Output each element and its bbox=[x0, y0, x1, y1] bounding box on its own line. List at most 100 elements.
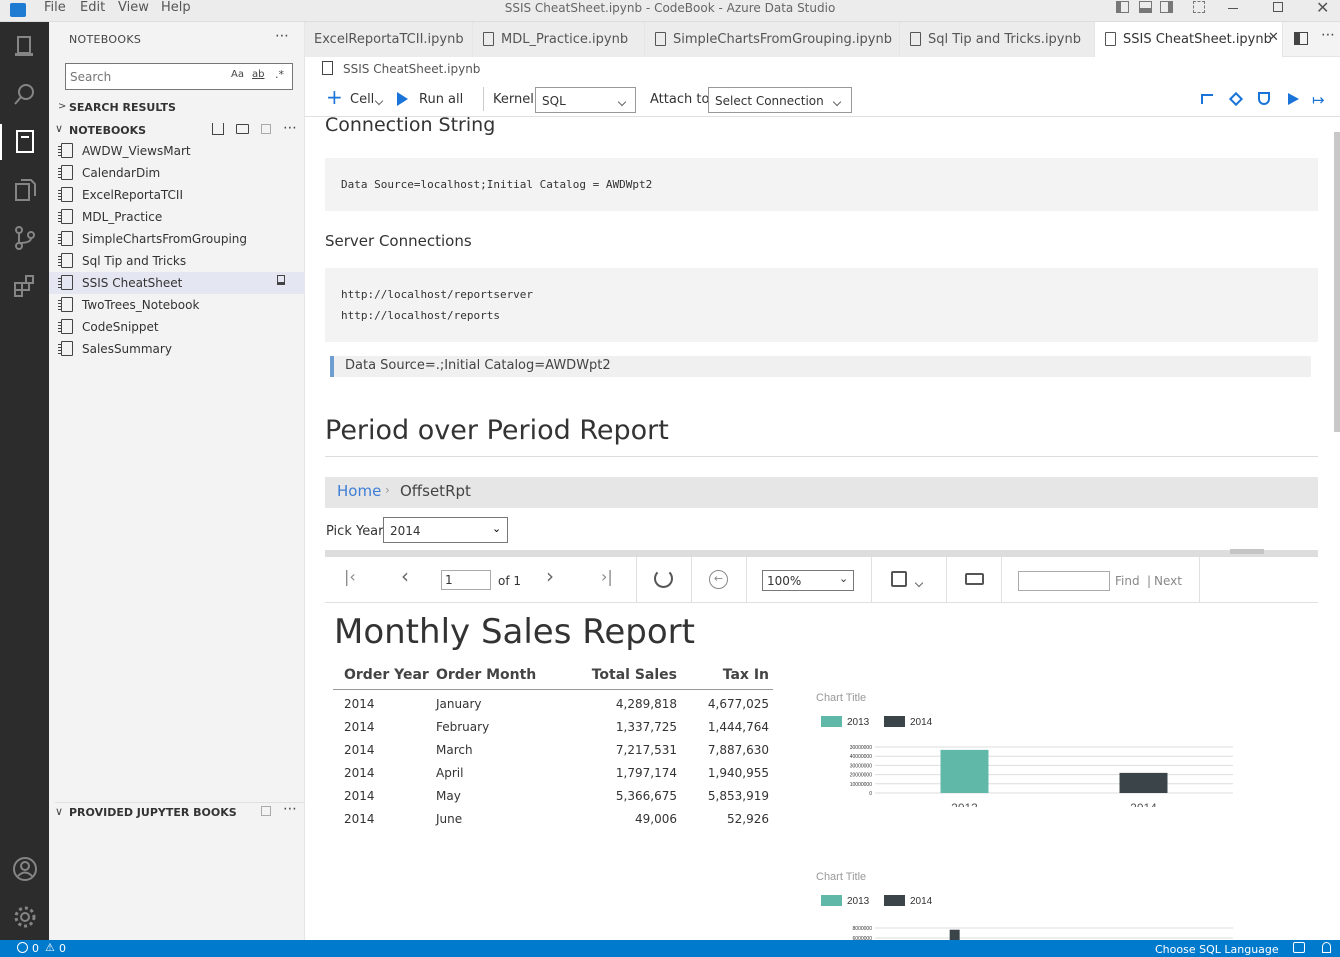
print-icon[interactable] bbox=[965, 573, 984, 585]
open-book-icon[interactable] bbox=[212, 123, 224, 135]
breadcrumb[interactable]: SSIS CheatSheet.ipynb bbox=[343, 62, 480, 76]
more-actions-icon[interactable]: ⋯ bbox=[275, 28, 289, 44]
sidebar-notebook-item[interactable]: CodeSnippet bbox=[49, 316, 305, 338]
editor-more-icon[interactable]: ⋯ bbox=[1321, 27, 1335, 43]
minimize-icon[interactable] bbox=[1228, 8, 1238, 9]
cell-button[interactable]: Cell bbox=[350, 92, 374, 107]
toggle-panel-icon[interactable] bbox=[1139, 1, 1152, 13]
source-control-icon[interactable] bbox=[12, 225, 38, 251]
export-dropdown-icon[interactable] bbox=[914, 575, 924, 589]
sidebar-notebook-item[interactable]: Sql Tip and Tricks bbox=[49, 250, 305, 272]
find-next-button[interactable]: Next bbox=[1154, 574, 1182, 588]
sidebar-notebook-item[interactable]: SSIS CheatSheet bbox=[49, 272, 305, 294]
warning-icon[interactable]: ⚠ bbox=[45, 941, 55, 954]
search-input[interactable] bbox=[66, 64, 221, 89]
last-page-icon[interactable]: ›| bbox=[601, 567, 613, 586]
first-page-icon[interactable]: |‹ bbox=[344, 567, 356, 586]
layout-icon[interactable] bbox=[1193, 1, 1205, 13]
parameter-splitter[interactable] bbox=[325, 549, 1318, 557]
open-folder-icon[interactable] bbox=[236, 124, 249, 134]
feedback-icon[interactable] bbox=[1293, 942, 1305, 953]
run-cells-icon[interactable] bbox=[1288, 93, 1299, 105]
errors-icon[interactable] bbox=[17, 942, 28, 953]
page-number-input[interactable]: 1 bbox=[441, 570, 491, 590]
sidebar-notebook-item[interactable]: ExcelReportaTCII bbox=[49, 184, 305, 206]
pick-year-select[interactable]: 2014 ⌄ bbox=[383, 517, 508, 543]
sidebar-notebook-item[interactable]: AWDW_ViewsMart bbox=[49, 140, 305, 162]
tab-sql-tips[interactable]: Sql Tip and Tricks.ipynb bbox=[900, 22, 1095, 57]
collapse-icon[interactable] bbox=[261, 806, 271, 816]
zoom-select[interactable]: 100% ⌄ bbox=[762, 570, 854, 591]
find-button[interactable]: Find bbox=[1115, 574, 1140, 588]
attach-value: Select Connection bbox=[715, 94, 824, 108]
code-line: http://localhost/reportserver bbox=[341, 288, 534, 301]
sidebar-notebook-item[interactable]: MDL_Practice bbox=[49, 206, 305, 228]
refresh-icon[interactable] bbox=[654, 569, 673, 588]
run-all-button[interactable]: Run all bbox=[419, 92, 463, 107]
back-to-parent-icon[interactable]: ← bbox=[709, 570, 728, 589]
toggle-sidebar-icon[interactable] bbox=[1116, 1, 1129, 13]
collapse-handle[interactable] bbox=[1230, 549, 1264, 554]
collapse-cells-icon[interactable] bbox=[1201, 94, 1213, 104]
connections-icon[interactable] bbox=[12, 34, 38, 60]
search-results-section[interactable]: > SEARCH RESULTS bbox=[55, 100, 305, 118]
legend-swatch bbox=[884, 895, 905, 906]
table-cell: 2014 bbox=[344, 697, 375, 711]
error-count[interactable]: 0 bbox=[32, 942, 39, 955]
previous-page-icon[interactable]: ‹ bbox=[401, 564, 409, 588]
match-word-icon[interactable]: ab bbox=[252, 69, 264, 80]
collapse-all-icon[interactable] bbox=[261, 124, 271, 134]
find-input[interactable] bbox=[1018, 571, 1110, 591]
breadcrumb-home-link[interactable]: Home bbox=[337, 482, 381, 500]
tab-excelreporta[interactable]: ExcelReportaTCII.ipynb bbox=[305, 22, 473, 57]
next-page-icon[interactable]: › bbox=[546, 564, 554, 588]
match-case-icon[interactable]: Aa bbox=[231, 69, 244, 80]
sidebar-notebook-item[interactable]: CalendarDim bbox=[49, 162, 305, 184]
notebooks-more-icon[interactable]: ⋯ bbox=[283, 120, 297, 136]
toolbar-separator bbox=[946, 557, 947, 603]
add-cell-plus-icon[interactable]: + bbox=[326, 87, 343, 107]
code-cell-server[interactable]: http://localhost/reportserver http://loc… bbox=[325, 268, 1318, 342]
explorer-icon[interactable] bbox=[12, 177, 38, 203]
cell-dropdown-chevron-icon[interactable] bbox=[374, 93, 384, 107]
pin-icon[interactable] bbox=[277, 275, 285, 285]
search-icon[interactable] bbox=[12, 82, 38, 108]
tab-simplecharts[interactable]: SimpleChartsFromGrouping.ipynb bbox=[645, 22, 900, 57]
tab-ssis-cheatsheet[interactable]: SSIS CheatSheet.ipynb ✕ bbox=[1095, 22, 1283, 57]
tab-label: Sql Tip and Tricks.ipynb bbox=[928, 32, 1081, 47]
close-icon[interactable]: ✕ bbox=[1316, 0, 1329, 17]
split-editor-icon[interactable] bbox=[1294, 32, 1308, 45]
sidebar-notebook-item[interactable]: TwoTrees_Notebook bbox=[49, 294, 305, 316]
sidebar-notebook-item[interactable]: SalesSummary bbox=[49, 338, 305, 360]
toggle-secondary-icon[interactable] bbox=[1160, 1, 1173, 13]
tab-mdl-practice[interactable]: MDL_Practice.ipynb bbox=[473, 22, 645, 57]
export-arrow-icon[interactable]: ↦ bbox=[1312, 91, 1325, 109]
chevron-right-icon: › bbox=[385, 483, 390, 497]
regex-icon[interactable]: .* bbox=[275, 68, 284, 81]
clear-results-eraser-icon[interactable] bbox=[1228, 91, 1244, 107]
warning-count[interactable]: 0 bbox=[59, 942, 66, 955]
language-selector[interactable]: Choose SQL Language bbox=[1155, 943, 1279, 956]
notebook-toolbar: SSIS CheatSheet.ipynb + Cell Run all Ker… bbox=[305, 57, 1340, 117]
provided-more-icon[interactable]: ⋯ bbox=[283, 801, 297, 817]
run-all-play-icon[interactable] bbox=[397, 92, 408, 106]
vertical-scrollbar[interactable] bbox=[1334, 132, 1340, 432]
tab-close-icon[interactable]: ✕ bbox=[1268, 30, 1279, 45]
notebooks-icon[interactable] bbox=[12, 129, 38, 155]
maximize-icon[interactable] bbox=[1273, 2, 1283, 12]
save-export-icon[interactable] bbox=[891, 571, 907, 587]
extensions-icon[interactable] bbox=[12, 273, 38, 299]
kernel-select[interactable]: SQL bbox=[535, 87, 636, 113]
page-of-label: of 1 bbox=[498, 574, 522, 588]
search-box[interactable]: Aa ab .* bbox=[65, 63, 293, 90]
legend-swatch bbox=[821, 895, 842, 906]
col-header: Order Year bbox=[344, 667, 429, 683]
code-cell-connection[interactable]: Data Source=localhost;Initial Catalog = … bbox=[325, 158, 1318, 211]
notebook-icon bbox=[655, 32, 666, 46]
settings-gear-icon[interactable] bbox=[12, 904, 38, 930]
trust-shield-icon[interactable] bbox=[1258, 92, 1270, 105]
sidebar-notebook-item[interactable]: SimpleChartsFromGrouping bbox=[49, 228, 305, 250]
attach-select[interactable]: Select Connection bbox=[708, 87, 852, 113]
notifications-bell-icon[interactable] bbox=[1322, 942, 1331, 953]
account-icon[interactable] bbox=[12, 856, 38, 882]
